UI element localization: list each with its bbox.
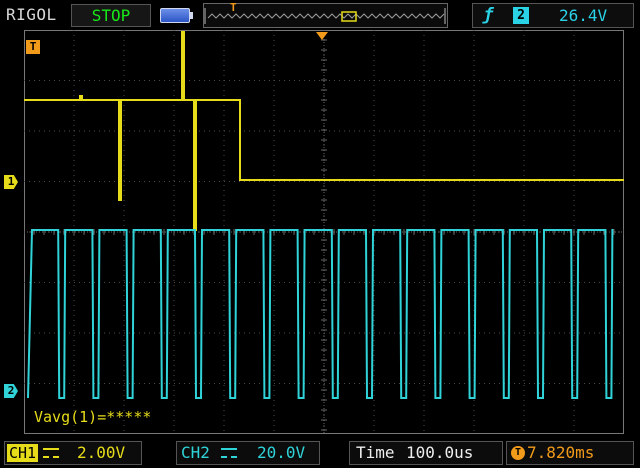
trigger-settings[interactable]: ƒ 2 26.4V bbox=[472, 3, 634, 28]
ch2-trace bbox=[27, 229, 614, 399]
ch2-offset-marker[interactable]: 2 bbox=[4, 384, 18, 398]
ch1-trace bbox=[24, 31, 624, 231]
trigger-offset-value: 7.820ms bbox=[527, 443, 595, 462]
trigger-offset-icon: T bbox=[511, 446, 525, 460]
time-value: 100.0us bbox=[406, 443, 474, 462]
timebase-settings[interactable]: Time 100.0us bbox=[349, 441, 503, 465]
ch2-label: CH2 bbox=[181, 443, 210, 462]
ch2-scale: 20.0V bbox=[257, 443, 306, 462]
ch1-label: CH1 bbox=[7, 444, 39, 462]
trigger-level: 26.4V bbox=[559, 6, 608, 25]
memory-depth-indicator: T bbox=[203, 1, 448, 28]
brand-logo: RIGOL bbox=[6, 5, 57, 24]
ch1-offset-marker[interactable]: 1 bbox=[4, 175, 18, 189]
battery-icon bbox=[160, 8, 193, 23]
trigger-offset-settings[interactable]: T 7.820ms bbox=[506, 441, 634, 465]
trigger-source: 2 bbox=[513, 7, 529, 24]
horizontal-trigger-arrow[interactable] bbox=[316, 32, 328, 40]
memory-waveform-icon bbox=[204, 8, 446, 24]
channel-bar: CH1 2.00V CH2 20.0V Time 100.0us T 7.820… bbox=[0, 436, 640, 468]
waveform-display[interactable] bbox=[24, 30, 624, 434]
time-label: Time bbox=[356, 443, 395, 462]
measurement-readout: Vavg(1)=***** bbox=[34, 408, 152, 426]
status-bar: RIGOL STOP T ƒ 2 26.4V bbox=[0, 0, 640, 30]
ch2-settings[interactable]: CH2 20.0V bbox=[176, 441, 320, 465]
memory-trigger-marker: T bbox=[230, 1, 237, 14]
ch1-scale: 2.00V bbox=[77, 443, 126, 462]
trigger-position-marker[interactable]: T bbox=[26, 40, 40, 54]
ch1-settings[interactable]: CH1 2.00V bbox=[4, 441, 142, 465]
dc-coupling-icon bbox=[221, 448, 237, 458]
dc-coupling-icon bbox=[43, 448, 59, 458]
rising-edge-icon: ƒ bbox=[483, 5, 494, 25]
run-stop-button[interactable]: STOP bbox=[71, 4, 151, 27]
waveform-traces bbox=[24, 31, 624, 399]
